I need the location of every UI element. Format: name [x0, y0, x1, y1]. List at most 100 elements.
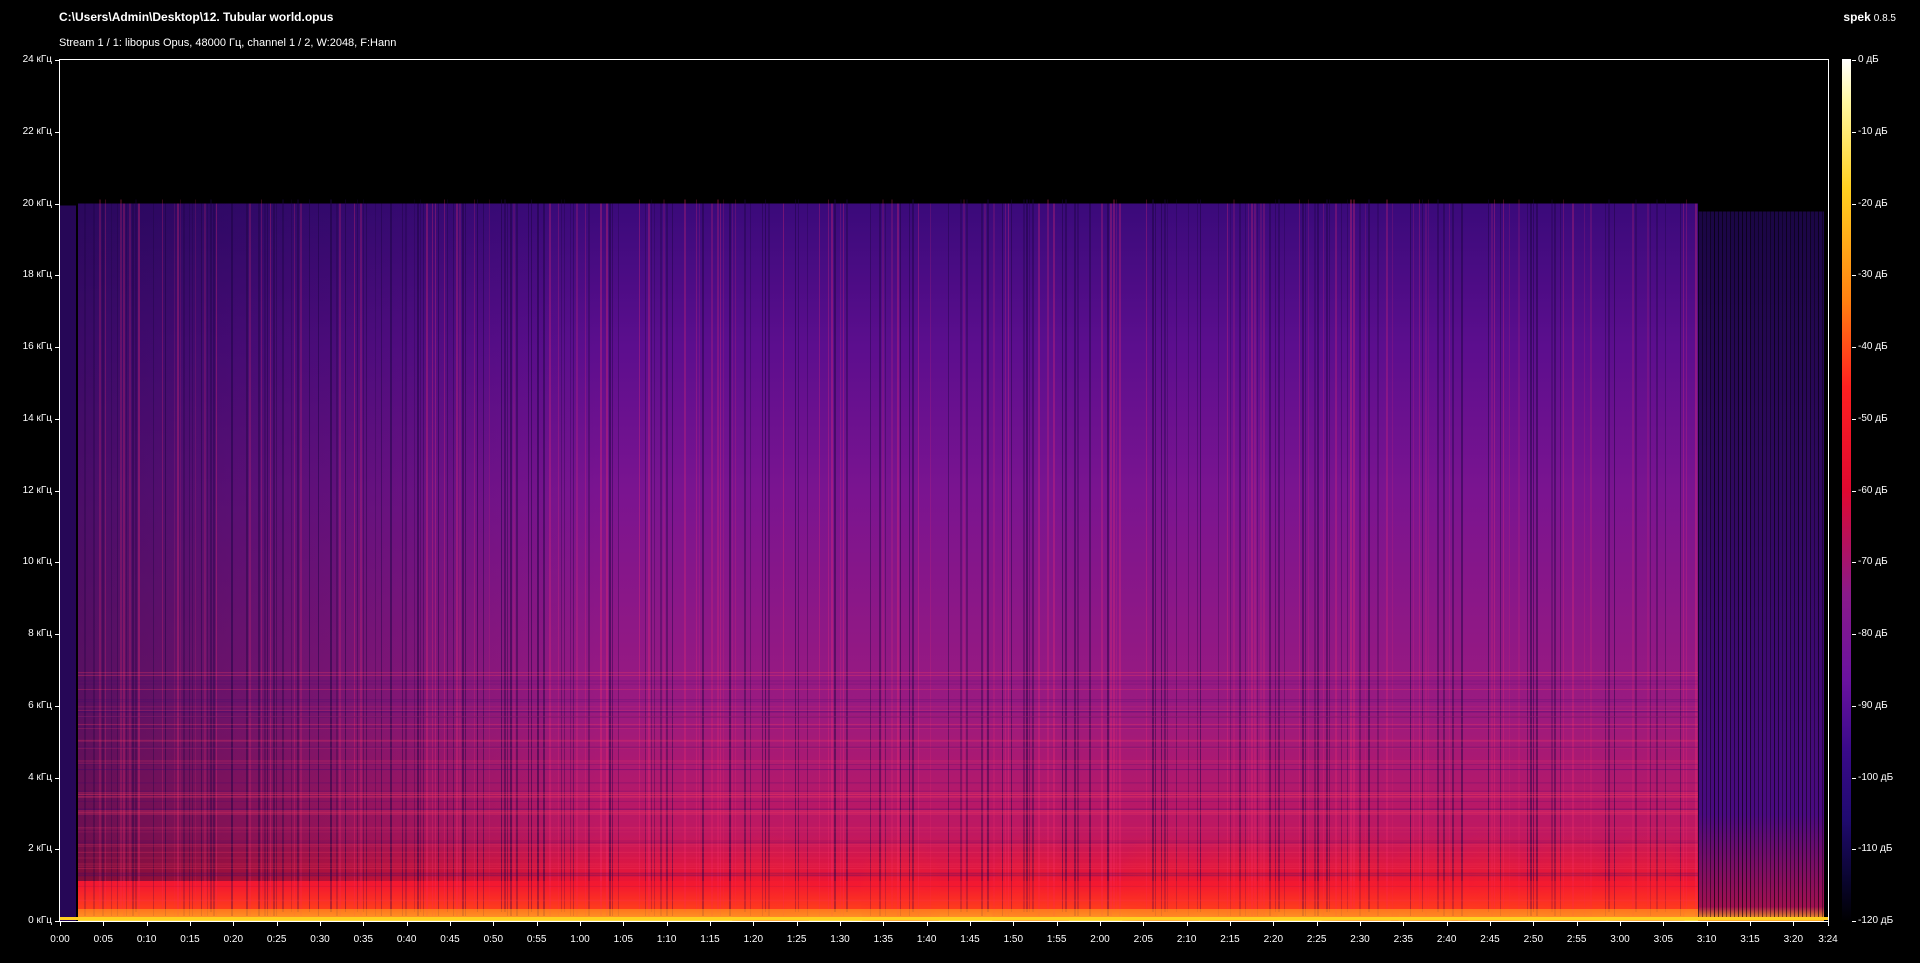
- transient-line: [828, 199, 829, 912]
- tail-gap-line: [1798, 211, 1799, 919]
- transient-line: [261, 199, 262, 912]
- transient-line: [474, 199, 475, 912]
- decibel-tick-mark: [1852, 419, 1856, 420]
- time-tick-mark: [1490, 922, 1491, 926]
- transient-line: [135, 199, 137, 912]
- frequency-tick-label: 18 кГц: [22, 269, 52, 281]
- time-tick-mark: [1100, 922, 1101, 926]
- transient-line: [1065, 199, 1067, 912]
- time-tick-label: 2:00: [1090, 934, 1110, 945]
- frequency-tick-mark: [55, 419, 59, 420]
- frequency-tick-label: 4 кГц: [28, 771, 52, 783]
- transient-line: [489, 199, 490, 912]
- transient-line: [1299, 199, 1300, 912]
- decibel-tick-mark: [1852, 60, 1856, 61]
- time-tick-label: 2:15: [1220, 934, 1240, 945]
- harmonic-band: [78, 763, 1698, 765]
- transient-line: [1278, 199, 1280, 912]
- time-tick-label: 1:20: [743, 934, 764, 945]
- decibel-tick-label: -70 дБ: [1858, 556, 1888, 568]
- time-tick-mark: [493, 922, 494, 926]
- transient-line: [162, 199, 163, 912]
- frequency-tick-label: 24 кГц: [22, 54, 52, 65]
- transient-line: [651, 199, 652, 912]
- time-tick-mark: [623, 922, 624, 926]
- transient-line: [195, 199, 196, 912]
- tail-gap-line: [1718, 211, 1719, 919]
- tail-gap-line: [1762, 211, 1763, 919]
- transient-line: [1386, 199, 1388, 912]
- intro-region: [60, 205, 76, 921]
- decibel-tick-label: -20 дБ: [1858, 197, 1888, 209]
- transient-line: [1518, 199, 1520, 912]
- tail-gap-line: [1750, 211, 1751, 919]
- transient-line: [639, 199, 640, 912]
- decibel-tick-mark: [1852, 634, 1856, 635]
- tail-gap-line: [1710, 211, 1711, 919]
- transient-line: [282, 199, 284, 912]
- time-tick-mark: [60, 922, 61, 926]
- harmonic-band: [78, 769, 1698, 771]
- sub-bass-band: [78, 909, 1698, 917]
- tail-gap-line: [1714, 211, 1715, 919]
- spectrogram-plot[interactable]: [59, 59, 1829, 922]
- time-tick-label: 1:25: [786, 934, 807, 945]
- time-tick-label: 3:10: [1696, 934, 1717, 945]
- harmonic-band: [78, 739, 1698, 741]
- time-tick-label: 1:10: [656, 934, 677, 945]
- time-tick-label: 3:15: [1740, 934, 1760, 945]
- transient-line: [1608, 199, 1610, 912]
- time-tick-mark: [1187, 922, 1188, 926]
- time-tick-label: 3:24: [1818, 934, 1838, 945]
- transient-line: [696, 199, 697, 912]
- tail-gap-line: [1790, 211, 1791, 919]
- time-tick-mark: [580, 922, 581, 926]
- harmonic-band: [78, 727, 1698, 729]
- harmonic-band: [78, 699, 1698, 701]
- decibel-tick-label: -50 дБ: [1858, 412, 1888, 424]
- transient-line: [363, 199, 364, 912]
- tail-gap-line: [1810, 211, 1811, 919]
- transient-line: [291, 199, 292, 912]
- transient-line: [444, 199, 445, 912]
- decibel-tick-label: -30 дБ: [1858, 269, 1888, 281]
- tail-gap-line: [1822, 211, 1823, 919]
- transient-line: [1275, 199, 1276, 912]
- tail-gap-line: [1734, 211, 1735, 919]
- tail-gap-line: [1746, 211, 1747, 919]
- tail-gap-line: [1754, 211, 1755, 919]
- decibel-tick-label: -90 дБ: [1858, 699, 1888, 711]
- frequency-tick-label: 16 кГц: [22, 341, 52, 352]
- time-tick-mark: [407, 922, 408, 926]
- time-tick-label: 1:45: [960, 934, 980, 945]
- time-tick-mark: [1750, 922, 1751, 926]
- time-tick-mark: [320, 922, 321, 926]
- transient-line: [1200, 199, 1201, 912]
- frequency-tick-label: 20 кГц: [22, 197, 52, 209]
- harmonic-band: [78, 709, 1698, 711]
- stream-info: Stream 1 / 1: libopus Opus, 48000 Гц, ch…: [59, 37, 397, 49]
- frequency-tick-mark: [55, 347, 59, 348]
- time-tick-mark: [840, 922, 841, 926]
- decibel-tick-mark: [1852, 706, 1856, 707]
- transient-line: [477, 199, 478, 912]
- spek-window: C:\Users\Admin\Desktop\12. Tubular world…: [0, 0, 1920, 963]
- time-tick-label: 2:55: [1566, 934, 1587, 945]
- time-tick-mark: [1057, 922, 1058, 926]
- time-tick-mark: [1828, 922, 1829, 926]
- frequency-tick-label: 12 кГц: [22, 484, 52, 496]
- tail-gap-line: [1702, 211, 1703, 919]
- transient-line: [420, 199, 421, 912]
- tail-gap-line: [1730, 211, 1731, 919]
- time-tick-label: 1:00: [570, 934, 590, 945]
- tail-gap-line: [1738, 211, 1739, 919]
- frequency-tick-mark: [55, 706, 59, 707]
- transient-line: [561, 199, 562, 912]
- decibel-tick-label: -10 дБ: [1858, 125, 1888, 137]
- transient-line: [1062, 199, 1063, 912]
- time-tick-mark: [103, 922, 104, 926]
- tail-gap-line: [1786, 211, 1787, 919]
- time-tick-mark: [753, 922, 754, 926]
- frequency-tick-label: 10 кГц: [22, 556, 52, 568]
- time-tick-mark: [970, 922, 971, 926]
